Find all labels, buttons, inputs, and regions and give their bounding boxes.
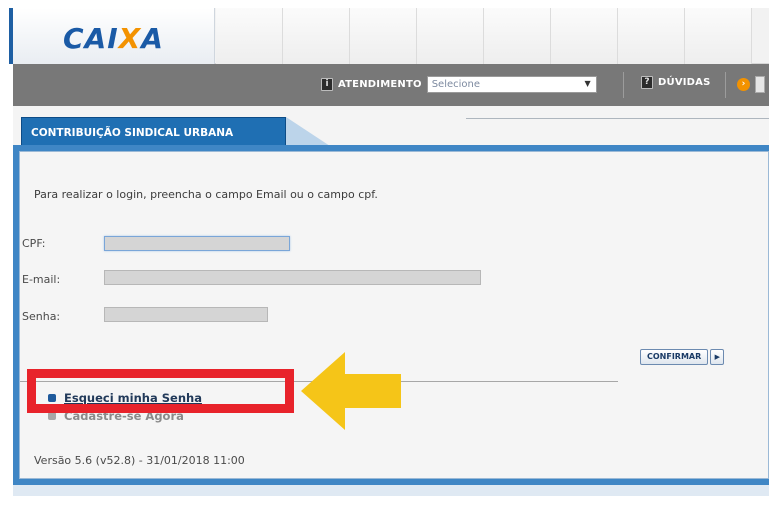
duvidas-group[interactable]: ? DÚVIDAS (641, 76, 711, 89)
atendimento-group: i ATENDIMENTO Selecione ▼ (321, 76, 597, 93)
version-text: Versão 5.6 (v52.8) - 31/01/2018 11:00 (34, 454, 245, 467)
play-arrow-icon[interactable]: ▶ (710, 349, 725, 365)
tab-slope-decoration (286, 117, 330, 146)
nav-extra-input[interactable] (755, 76, 765, 93)
help-icon: ? (641, 76, 653, 89)
caixa-logo: CAIXA (63, 22, 164, 55)
brand-cell (685, 8, 752, 64)
nav-separator (623, 72, 624, 98)
logo-box[interactable]: CAIXA (13, 8, 215, 64)
orange-arrow-icon: › (737, 78, 750, 91)
login-instructions: Para realizar o login, preencha o campo … (34, 188, 378, 201)
footer-bar (13, 485, 769, 496)
confirm-button-group: CONFIRMAR ▶ (640, 349, 725, 365)
brand-cell (283, 8, 350, 64)
password-input[interactable] (104, 307, 268, 322)
senha-label: Senha: (22, 310, 61, 323)
tab-row: CONTRIBUIÇÃO SINDICAL URBANA (13, 106, 769, 146)
highlight-box (27, 369, 294, 413)
brand-cell (417, 8, 484, 64)
brand-bar: CAIXA (13, 8, 769, 64)
brand-bar-cells (216, 8, 769, 64)
atendimento-label: ATENDIMENTO (338, 79, 422, 90)
info-icon: i (321, 78, 333, 91)
tab-label: CONTRIBUIÇÃO SINDICAL URBANA (31, 127, 234, 139)
chevron-down-icon: ▼ (584, 79, 591, 88)
cpf-input[interactable] (104, 236, 290, 251)
atendimento-select[interactable]: Selecione ▼ (426, 76, 597, 93)
brand-cell (216, 8, 283, 64)
nav-separator (725, 72, 726, 98)
login-panel: Para realizar o login, preencha o campo … (13, 145, 769, 485)
email-label: E-mail: (22, 273, 61, 286)
atendimento-select-value: Selecione (431, 79, 481, 90)
nav-extra-group[interactable]: › (737, 76, 765, 93)
brand-cell (551, 8, 618, 64)
tab-row-divider (466, 118, 769, 119)
brand-cell (484, 8, 551, 64)
email-input[interactable] (104, 270, 481, 285)
brand-cell (350, 8, 417, 64)
top-nav-bar: i ATENDIMENTO Selecione ▼ ? DÚVIDAS › (13, 64, 769, 106)
page: CAIXA i ATENDIMENTO Selecione ▼ ? DÚVIDA… (0, 0, 769, 513)
duvidas-label: DÚVIDAS (658, 77, 711, 88)
cpf-label: CPF: (22, 237, 46, 250)
brand-cell (618, 8, 685, 64)
tab-contribuicao-sindical[interactable]: CONTRIBUIÇÃO SINDICAL URBANA (21, 117, 286, 146)
yellow-arrow-icon (301, 352, 401, 430)
bullet-icon (48, 412, 56, 420)
confirm-button[interactable]: CONFIRMAR (640, 349, 709, 365)
